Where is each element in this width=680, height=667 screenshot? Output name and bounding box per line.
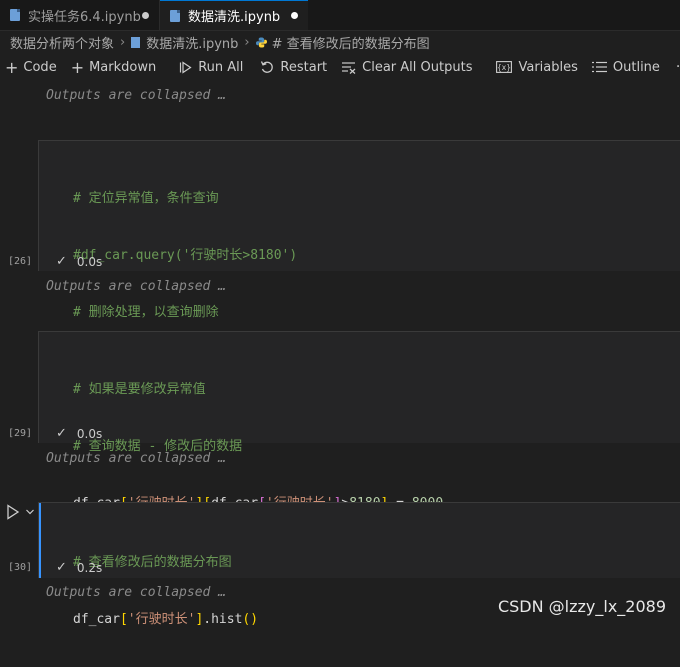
outline-label: Outline bbox=[612, 59, 660, 75]
python-icon bbox=[255, 36, 267, 48]
more-actions-button[interactable]: ··· bbox=[676, 54, 680, 80]
chevron-right-icon: › bbox=[120, 34, 126, 50]
tab-data-cleaning-notebook[interactable]: 数据清洗.ipynb bbox=[160, 0, 308, 30]
code-line: #df_car.query('行驶时长>8180') bbox=[73, 248, 298, 263]
code-line: # 定位异常值，条件查询 bbox=[73, 191, 219, 206]
add-markdown-cell-button[interactable]: + Markdown bbox=[71, 54, 157, 80]
run-cell-button[interactable] bbox=[6, 504, 35, 520]
outline-button[interactable]: Outline bbox=[591, 54, 660, 80]
execution-count: [30] bbox=[8, 562, 33, 573]
chevron-right-icon: › bbox=[244, 34, 250, 50]
execution-count: [26] bbox=[8, 256, 33, 267]
collapsed-output[interactable]: Outputs are collapsed … bbox=[46, 88, 226, 103]
collapsed-output[interactable]: Outputs are collapsed … bbox=[46, 279, 226, 294]
run-all-icon bbox=[180, 60, 192, 74]
add-code-cell-button[interactable]: + Code bbox=[5, 54, 57, 80]
check-icon: ✓ bbox=[56, 254, 67, 269]
variables-icon: {x} bbox=[496, 61, 513, 73]
notebook-toolbar: + Code + Markdown Run All Restart Clear … bbox=[0, 54, 680, 80]
restart-button[interactable]: Restart bbox=[260, 54, 327, 80]
cell-status: ✓ 0.0s bbox=[56, 254, 102, 269]
watermark: CSDN @lzzy_lx_2089 bbox=[497, 597, 666, 616]
add-code-label: Code bbox=[23, 59, 57, 75]
code-line: # 如果是要修改异常值 bbox=[73, 382, 206, 397]
variables-label: Variables bbox=[518, 59, 578, 75]
outline-icon bbox=[591, 61, 607, 73]
cell-status: ✓ 0.0s bbox=[56, 426, 102, 441]
run-all-button[interactable]: Run All bbox=[179, 54, 243, 80]
tab-label: 实操任务6.4.ipynb bbox=[28, 9, 141, 25]
clear-outputs-label: Clear All Outputs bbox=[362, 59, 473, 75]
variables-button[interactable]: {x} Variables bbox=[496, 54, 578, 80]
code-cell[interactable]: # 查看修改后的数据分布图 df_car['行驶时长'].hist() bbox=[38, 502, 680, 627]
check-icon: ✓ bbox=[56, 426, 67, 441]
run-all-label: Run All bbox=[198, 59, 244, 75]
notebook-file-icon bbox=[131, 36, 141, 48]
execution-count: [29] bbox=[8, 428, 33, 439]
notebook-file-icon bbox=[10, 9, 20, 21]
collapsed-output[interactable]: Outputs are collapsed … bbox=[46, 451, 226, 466]
breadcrumb-folder[interactable]: 数据分析两个对象 bbox=[10, 33, 114, 52]
restart-icon bbox=[261, 61, 274, 73]
breadcrumb-symbol[interactable]: # 查看修改后的数据分布图 bbox=[272, 33, 430, 52]
chevron-down-icon[interactable] bbox=[25, 508, 35, 516]
code-line: df_car['行驶时长'].hist() bbox=[73, 612, 259, 627]
active-cell-indicator bbox=[39, 503, 41, 578]
breadcrumb: 数据分析两个对象 › 数据清洗.ipynb › # 查看修改后的数据分布图 bbox=[0, 31, 680, 53]
cell-status: ✓ 0.2s bbox=[56, 560, 102, 575]
breadcrumb-file[interactable]: 数据清洗.ipynb bbox=[146, 33, 238, 52]
more-icon: ··· bbox=[675, 59, 680, 75]
execution-time: 0.0s bbox=[76, 426, 103, 441]
execution-time: 0.2s bbox=[76, 560, 103, 575]
play-icon bbox=[7, 504, 20, 520]
collapsed-output[interactable]: Outputs are collapsed … bbox=[46, 585, 226, 600]
clear-outputs-icon bbox=[342, 61, 356, 74]
add-markdown-label: Markdown bbox=[89, 59, 157, 75]
code-cell[interactable]: # 如果是要修改异常值 # 查询数据 - 修改后的数据 df_car['行驶时长… bbox=[38, 331, 680, 568]
execution-time: 0.0s bbox=[76, 254, 103, 269]
restart-label: Restart bbox=[280, 59, 328, 75]
tab-bar: 实操任务6.4.ipynb 数据清洗.ipynb bbox=[0, 0, 680, 31]
plus-icon: + bbox=[70, 57, 85, 77]
plus-icon: + bbox=[5, 57, 19, 77]
tab-label: 数据清洗.ipynb bbox=[188, 10, 281, 25]
notebook-file-icon bbox=[170, 9, 180, 22]
unsaved-dot-icon[interactable] bbox=[142, 11, 149, 19]
code-line: # 删除处理，以查询删除 bbox=[73, 305, 219, 320]
unsaved-dot-icon[interactable] bbox=[291, 12, 298, 19]
svg-text:{x}: {x} bbox=[497, 63, 511, 72]
check-icon: ✓ bbox=[56, 560, 67, 575]
clear-all-outputs-button[interactable]: Clear All Outputs bbox=[341, 54, 472, 80]
tab-shicao-notebook[interactable]: 实操任务6.4.ipynb bbox=[0, 0, 160, 30]
code-cell[interactable]: # 定位异常值，条件查询 #df_car.query('行驶时长>8180') … bbox=[38, 140, 680, 434]
